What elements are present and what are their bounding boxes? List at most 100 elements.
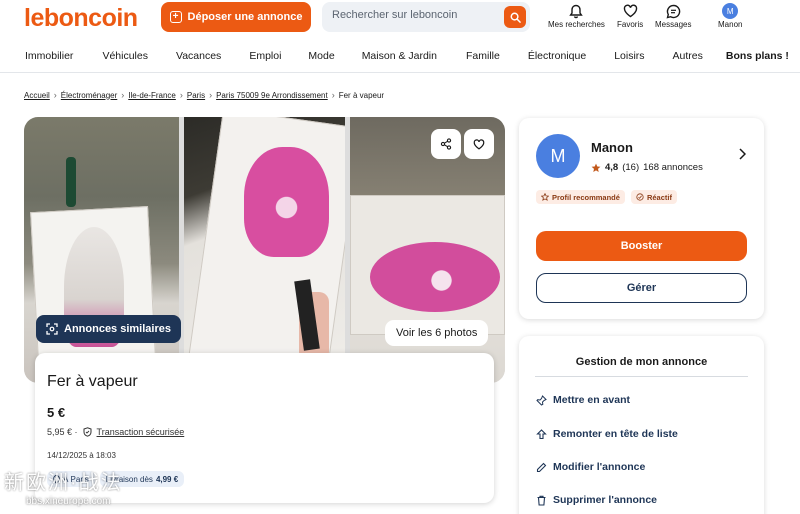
search-input[interactable]: [332, 9, 492, 21]
breadcrumb-paris-75009[interactable]: Paris 75009 9e Arrondissement: [216, 91, 328, 100]
share-icon: [440, 138, 452, 150]
watermark-url: bbs.xineurope.com: [26, 496, 111, 507]
top-bar: leboncoin + Déposer une annonce Mes rech…: [0, 0, 800, 36]
bump-label: Remonter en tête de liste: [553, 428, 678, 440]
messages-label: Messages: [655, 20, 692, 29]
trash-icon: [537, 495, 546, 506]
breadcrumb-electromenager[interactable]: Électroménager: [61, 91, 117, 100]
category-maison-jardin[interactable]: Maison & Jardin: [362, 50, 437, 62]
promote-label: Mettre en avant: [553, 394, 631, 406]
heart-icon: [473, 138, 485, 150]
heart-icon: [623, 2, 638, 20]
delivery-price: 4,99 €: [155, 474, 179, 484]
badge-recommended-label: Profil recommandé: [552, 192, 620, 202]
chevron-right-icon[interactable]: [738, 148, 746, 160]
shield-icon: [83, 427, 92, 437]
ad-price: 5 €: [47, 405, 66, 420]
favorites-link[interactable]: Favoris: [617, 2, 643, 29]
edit-action[interactable]: Modifier l'annonce: [536, 461, 645, 473]
deposit-ad-button[interactable]: + Déposer une annonce: [161, 2, 311, 32]
seller-name[interactable]: Manon: [591, 140, 633, 155]
category-vehicules[interactable]: Véhicules: [102, 50, 148, 62]
chevron-right-icon: ›: [209, 90, 213, 100]
ad-title: Fer à vapeur: [47, 373, 138, 390]
see-photos-button[interactable]: Voir les 6 photos: [385, 320, 489, 346]
delete-action[interactable]: Supprimer l'annonce: [536, 494, 657, 506]
category-nav: Immobilier Véhicules Vacances Emploi Mod…: [0, 44, 800, 68]
similar-ads-button[interactable]: Annonces similaires: [36, 315, 181, 343]
seller-avatar[interactable]: M: [536, 134, 580, 178]
category-loisirs[interactable]: Loisirs: [614, 50, 644, 62]
star-icon: [591, 163, 601, 172]
chevron-right-icon: ›: [53, 90, 57, 100]
category-famille[interactable]: Famille: [466, 50, 500, 62]
account-label: Manon: [718, 20, 743, 29]
pencil-icon: [536, 462, 547, 472]
logo[interactable]: leboncoin: [24, 4, 138, 33]
watermark: 新欧洲·战法: [4, 472, 123, 494]
breadcrumb: Accueil › Électroménager › Ile-de-France…: [24, 90, 384, 100]
bell-icon: [569, 2, 584, 20]
edit-label: Modifier l'annonce: [553, 461, 646, 473]
divider: [0, 72, 800, 73]
search-bar: [322, 2, 530, 32]
ads-count: 168 annonces: [643, 162, 703, 173]
category-bons-plans[interactable]: Bons plans !: [726, 50, 789, 62]
badge-reactive: Réactif: [630, 190, 677, 204]
badge-recommended: Profil recommandé: [536, 190, 625, 204]
photo-gallery[interactable]: Annonces similaires Voir les 6 photos: [24, 117, 505, 383]
chevron-right-icon: ›: [331, 90, 335, 100]
plus-icon: +: [169, 11, 182, 23]
arrow-up-icon: [536, 428, 547, 439]
ad-date: 14/12/2025 à 18:03: [47, 451, 116, 460]
divider: [535, 376, 748, 377]
seller-card: M Manon 4,8 (16) 168 annonces Profil rec…: [519, 118, 764, 319]
breadcrumb-accueil[interactable]: Accueil: [24, 91, 50, 100]
reactive-icon: [636, 193, 644, 201]
favorites-label: Favoris: [617, 20, 644, 29]
chevron-right-icon: ›: [121, 90, 125, 100]
category-emploi[interactable]: Emploi: [249, 50, 281, 62]
star-outline-icon: [541, 193, 549, 201]
total-price: 5,95 € ·: [47, 427, 78, 437]
category-electronique[interactable]: Électronique: [528, 50, 586, 62]
category-autres[interactable]: Autres: [673, 50, 703, 62]
chevron-right-icon: ›: [179, 90, 183, 100]
breadcrumb-paris[interactable]: Paris: [187, 91, 205, 100]
seller-rating: 4,8 (16) 168 annonces: [591, 162, 703, 173]
manage-title: Gestion de mon annonce: [575, 356, 708, 368]
secure-transaction-link[interactable]: Transaction sécurisée: [97, 427, 185, 437]
scan-icon: [46, 323, 58, 335]
chat-icon: [666, 2, 681, 20]
badge-reactive-label: Réactif: [646, 192, 672, 202]
rating-value: 4,8: [605, 162, 619, 173]
share-button[interactable]: [431, 129, 461, 159]
promote-action[interactable]: Mettre en avant: [536, 394, 630, 406]
delete-label: Supprimer l'annonce: [553, 494, 658, 506]
search-icon: [510, 12, 521, 23]
deposit-ad-label: Déposer une annonce: [187, 11, 303, 23]
manage-ad-card: Gestion de mon annonce Mettre en avant R…: [519, 336, 764, 514]
photo-1[interactable]: [24, 117, 179, 383]
my-searches-label: Mes recherches: [548, 20, 605, 29]
account-link[interactable]: M Manon: [718, 2, 742, 29]
messages-link[interactable]: Messages: [655, 2, 691, 29]
category-immobilier[interactable]: Immobilier: [25, 50, 73, 62]
category-vacances[interactable]: Vacances: [176, 50, 221, 62]
photo-2[interactable]: [184, 117, 345, 383]
my-searches-link[interactable]: Mes recherches: [548, 2, 605, 29]
search-button[interactable]: [504, 6, 526, 28]
pin-icon: [536, 394, 547, 406]
ad-total-line: 5,95 € · Transaction sécurisée: [47, 427, 184, 437]
breadcrumb-current: Fer à vapeur: [338, 90, 385, 100]
bump-action[interactable]: Remonter en tête de liste: [536, 428, 678, 440]
manage-button[interactable]: Gérer: [536, 273, 747, 303]
rating-count: (16): [622, 162, 640, 173]
breadcrumb-ile-de-france[interactable]: Ile-de-France: [128, 91, 176, 100]
category-mode[interactable]: Mode: [308, 50, 334, 62]
boost-button[interactable]: Booster: [536, 231, 747, 261]
similar-ads-label: Annonces similaires: [64, 323, 171, 335]
seller-badges: Profil recommandé Réactif: [536, 190, 677, 204]
favorite-button[interactable]: [464, 129, 494, 159]
account-avatar: M: [722, 3, 739, 19]
